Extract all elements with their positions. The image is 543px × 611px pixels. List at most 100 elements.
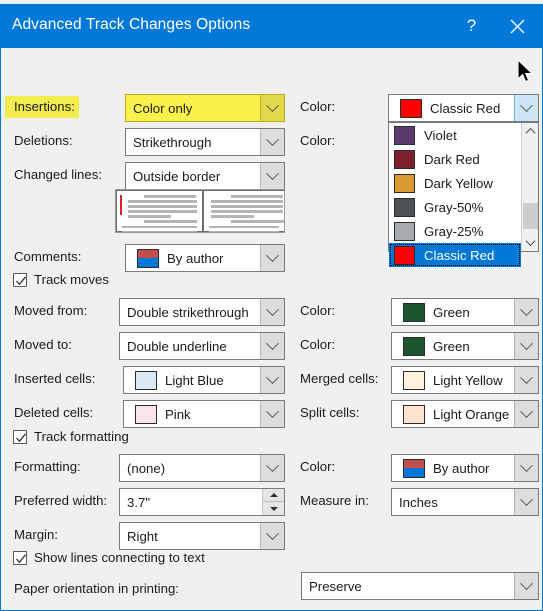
measure-in-dropdown-arrow[interactable] (514, 489, 538, 515)
scroll-down-button[interactable] (522, 234, 539, 251)
split-cells-dropdown-arrow[interactable] (514, 401, 538, 427)
deleted-cells-combobox[interactable]: Pink (123, 400, 285, 428)
insertions-dropdown-arrow[interactable] (260, 95, 284, 121)
moved-to-combobox[interactable]: Double underline (119, 332, 285, 360)
color-option-violet[interactable]: Violet (389, 123, 521, 147)
preferred-width-label: Preferred width: (14, 493, 108, 508)
changed-lines-dropdown-arrow[interactable] (260, 163, 284, 189)
comments-combobox[interactable]: By author (125, 244, 285, 272)
formatting-combobox[interactable]: (none) (119, 454, 285, 482)
margin-dropdown-arrow[interactable] (260, 523, 284, 549)
check-icon (16, 553, 27, 563)
close-button[interactable] (495, 4, 540, 48)
stepper-buttons[interactable] (262, 489, 284, 515)
paper-orientation-dropdown-arrow[interactable] (514, 573, 538, 599)
moved-to-label: Moved to: (14, 337, 72, 352)
deletions-combobox[interactable]: Strikethrough (125, 128, 285, 156)
split-cells-wrap: Light Orange (392, 401, 514, 427)
formatting-dropdown-arrow[interactable] (260, 455, 284, 481)
checkbox-box (13, 550, 27, 565)
changed-lines-combobox[interactable]: Outside border (125, 162, 285, 190)
moved-to-color-combobox[interactable]: Green (391, 332, 539, 360)
measure-in-combobox[interactable]: Inches (391, 488, 539, 516)
chevron-down-icon (520, 370, 533, 384)
formatting-value: (none) (127, 460, 166, 476)
changed-lines-label: Changed lines: (14, 167, 102, 182)
formatting-color-combobox[interactable]: By author (391, 454, 539, 482)
deleted-cells-wrap: Pink (124, 401, 260, 427)
stepper-down-button[interactable] (263, 502, 284, 515)
color-option-label: Classic Red (424, 247, 495, 263)
color-option-dark-red[interactable]: Dark Red (389, 147, 521, 171)
merged-cells-combobox[interactable]: Light Yellow (391, 366, 539, 394)
insertions-color-value: Classic Red (430, 100, 501, 116)
margin-combobox[interactable]: Right (119, 522, 285, 550)
deleted-cells-label: Deleted cells: (14, 405, 94, 420)
color-option-gray-50[interactable]: Gray-50% (389, 195, 521, 219)
paper-orientation-label: Paper orientation in printing: (14, 581, 179, 596)
insertions-combobox[interactable]: Color only (125, 94, 285, 122)
help-button[interactable]: ? (449, 4, 494, 48)
formatting-color-label: Color: (300, 459, 336, 474)
moved-from-dropdown-arrow[interactable] (260, 299, 284, 325)
color-option-gray-25[interactable]: Gray-25% (389, 219, 521, 243)
color-option-label: Dark Red (424, 151, 480, 167)
moved-to-dropdown-arrow[interactable] (260, 333, 284, 359)
deletions-dropdown-arrow[interactable] (260, 129, 284, 155)
formatting-color-wrap: By author (392, 455, 514, 481)
split-cells-combobox[interactable]: Light Orange (391, 400, 539, 428)
swatch-bottom (404, 468, 424, 477)
chevron-down-icon (266, 336, 279, 350)
scroll-up-button[interactable] (522, 123, 539, 140)
split-cells-label: Split cells: (300, 405, 360, 420)
moved-to-color-dropdown-arrow[interactable] (514, 333, 538, 359)
moved-from-color-combobox[interactable]: Green (391, 298, 539, 326)
dialog-body: Insertions: Color only Color: Deletions:… (1, 48, 542, 610)
insertions-color-label: Color: (300, 99, 336, 114)
track-moves-label: Track moves (34, 272, 109, 287)
moved-to-value: Double underline (127, 338, 227, 354)
preferred-width-value[interactable]: 3.7" (120, 489, 262, 515)
comments-color-swatch (137, 248, 159, 268)
moved-to-color-label: Color: (300, 337, 336, 352)
dropdown-scrollbar[interactable] (521, 123, 538, 251)
show-lines-checkbox[interactable]: Show lines connecting to text (13, 550, 205, 565)
stepper-up-button[interactable] (263, 489, 284, 502)
inserted-cells-combobox[interactable]: Light Blue (123, 366, 285, 394)
deleted-cells-dropdown-arrow[interactable] (260, 401, 284, 427)
swatch-top (404, 459, 424, 468)
checkbox-box (13, 429, 27, 444)
margin-label: Margin: (14, 527, 58, 542)
insertions-color-wrap: Classic Red (389, 95, 514, 121)
moved-from-combobox[interactable]: Double strikethrough (119, 298, 285, 326)
formatting-color-dropdown-arrow[interactable] (514, 455, 538, 481)
insertions-color-dropdown-arrow[interactable] (514, 95, 538, 121)
moved-from-color-wrap: Green (392, 299, 514, 325)
color-option-label: Dark Yellow (424, 175, 493, 191)
color-option-classic-red-selected[interactable]: Classic Red (389, 243, 521, 267)
track-formatting-checkbox[interactable]: Track formatting (13, 429, 129, 444)
merged-cells-dropdown-arrow[interactable] (514, 367, 538, 393)
track-moves-checkbox[interactable]: Track moves (13, 272, 109, 287)
formatting-color-value: By author (433, 460, 490, 476)
color-option-label: Gray-25% (424, 223, 484, 239)
moved-from-color-dropdown-arrow[interactable] (514, 299, 538, 325)
color-option-dark-yellow[interactable]: Dark Yellow (389, 171, 521, 195)
comments-value-wrap: By author (126, 245, 260, 271)
insertions-color-swatch (400, 98, 422, 118)
preferred-width-stepper[interactable]: 3.7" (119, 488, 285, 516)
advanced-track-changes-dialog: Advanced Track Changes Options ? Inserti… (0, 4, 543, 611)
measure-in-value: Inches (399, 494, 438, 510)
color-dropdown-list[interactable]: Violet Dark Red Dark Yellow Gray-50% Gra… (388, 122, 539, 267)
change-bar-left (120, 195, 122, 215)
insertions-color-combobox[interactable]: Classic Red (388, 94, 539, 122)
chevron-down-icon (520, 302, 533, 316)
check-icon (16, 275, 27, 285)
scrollbar-thumb[interactable] (523, 203, 538, 229)
paper-orientation-combobox[interactable]: Preserve (301, 572, 539, 600)
comments-dropdown-arrow[interactable] (260, 245, 284, 271)
swatch-bottom (138, 258, 158, 267)
paper-orientation-value: Preserve (309, 578, 362, 594)
inserted-cells-dropdown-arrow[interactable] (260, 367, 284, 393)
title-bar: Advanced Track Changes Options ? (1, 4, 542, 48)
